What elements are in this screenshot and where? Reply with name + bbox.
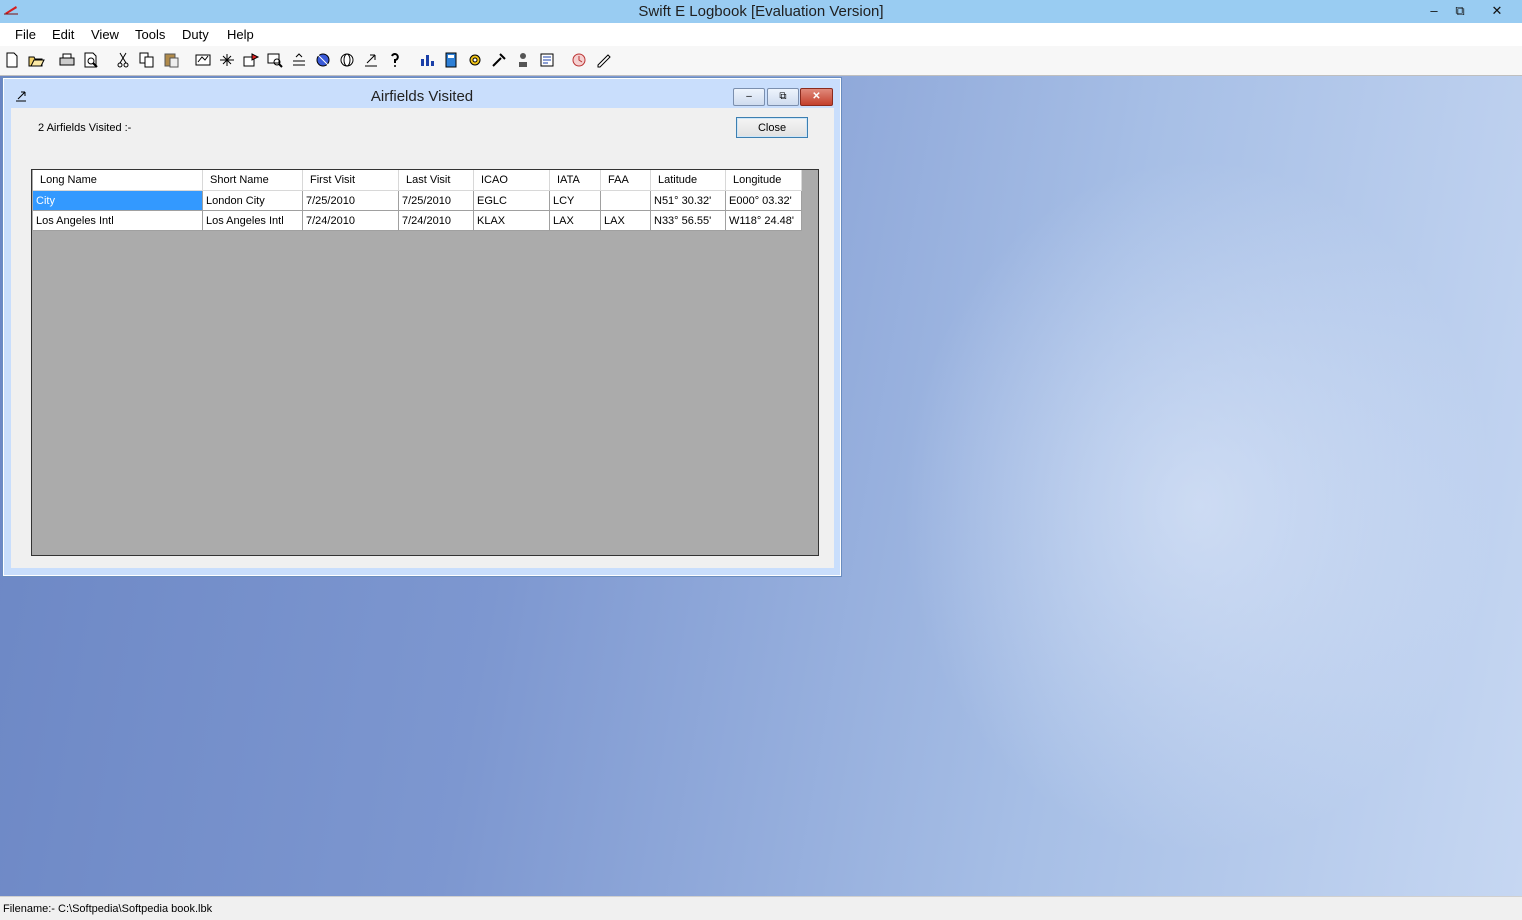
cell-long-name[interactable]: City <box>33 190 203 211</box>
airfields-table: Long Name Short Name First Visit Last Vi… <box>33 170 802 231</box>
cell-first-visit[interactable]: 7/24/2010 <box>302 210 399 231</box>
help-icon[interactable] <box>386 51 404 69</box>
airfields-icon[interactable] <box>242 51 260 69</box>
status-bar: Filename:- C:\Softpedia\Softpedia book.l… <box>0 896 1522 920</box>
column-header-icao[interactable]: ICAO <box>473 170 550 191</box>
column-header-faa[interactable]: FAA <box>600 170 651 191</box>
chart-icon[interactable] <box>418 51 436 69</box>
column-header-short-name[interactable]: Short Name <box>202 170 303 191</box>
cell-short-name[interactable]: London City <box>202 190 303 211</box>
close-window-button[interactable]: ✕ <box>1480 0 1514 22</box>
menu-duty[interactable]: Duty <box>182 27 209 42</box>
menu-edit[interactable]: Edit <box>52 27 74 42</box>
filename-label: Filename:- C:\Softpedia\Softpedia book.l… <box>3 903 213 915</box>
notes-icon[interactable] <box>595 51 613 69</box>
aircraft-icon[interactable] <box>218 51 236 69</box>
cell-last-visit[interactable]: 7/24/2010 <box>398 210 474 231</box>
cell-faa[interactable]: LAX <box>600 210 651 231</box>
search-icon[interactable] <box>266 51 284 69</box>
map-icon[interactable] <box>314 51 332 69</box>
table-row[interactable]: Los Angeles Intl Los Angeles Intl 7/24/2… <box>33 210 802 231</box>
cell-short-name[interactable]: Los Angeles Intl <box>202 210 303 231</box>
globe-icon[interactable] <box>338 51 356 69</box>
calculator-icon[interactable] <box>442 51 460 69</box>
dialog-restore-button[interactable]: ⧉ <box>767 88 799 106</box>
column-header-long-name[interactable]: Long Name <box>33 170 203 191</box>
dialog-title: Airfields Visited <box>370 88 474 105</box>
table-header-row: Long Name Short Name First Visit Last Vi… <box>33 170 802 191</box>
menu-bar: File Edit View Tools Duty Help <box>0 23 1522 46</box>
totals-icon[interactable] <box>290 51 308 69</box>
cell-latitude[interactable]: N33° 56.55' <box>650 210 726 231</box>
duty-icon[interactable] <box>570 51 588 69</box>
cell-icao[interactable]: EGLC <box>473 190 550 211</box>
cell-icao[interactable]: KLAX <box>473 210 550 231</box>
background-cloud <box>900 156 1500 856</box>
cell-iata[interactable]: LAX <box>549 210 601 231</box>
airfields-count-label: 2 Airfields Visited :- <box>38 122 132 134</box>
cell-iata[interactable]: LCY <box>549 190 601 211</box>
print-icon[interactable] <box>58 51 76 69</box>
cell-first-visit[interactable]: 7/25/2010 <box>302 190 399 211</box>
restore-button[interactable]: ⧉ <box>1443 0 1477 22</box>
close-button[interactable]: Close <box>736 117 808 138</box>
copy-icon[interactable] <box>138 51 156 69</box>
person-icon[interactable] <box>514 51 532 69</box>
app-title: Swift E Logbook [Evaluation Version] <box>638 3 884 20</box>
column-header-iata[interactable]: IATA <box>549 170 601 191</box>
menu-view[interactable]: View <box>91 27 119 42</box>
column-header-last-visit[interactable]: Last Visit <box>398 170 474 191</box>
cell-long-name[interactable]: Los Angeles Intl <box>33 210 203 231</box>
dialog-close-button[interactable]: ✕ <box>800 88 833 106</box>
open-icon[interactable] <box>27 51 45 69</box>
print-preview-icon[interactable] <box>82 51 100 69</box>
import-icon[interactable] <box>362 51 380 69</box>
airfields-visited-window: Airfields Visited – ⧉ ✕ 2 Airfields Visi… <box>2 77 842 577</box>
table-row[interactable]: City London City 7/25/2010 7/25/2010 EGL… <box>33 190 802 211</box>
flights-icon[interactable] <box>194 51 212 69</box>
dialog-content: 2 Airfields Visited :- Close Long Name S… <box>11 108 834 568</box>
settings-icon[interactable] <box>466 51 484 69</box>
cut-icon[interactable] <box>114 51 132 69</box>
cell-longitude[interactable]: W118° 24.48' <box>725 210 802 231</box>
column-header-longitude[interactable]: Longitude <box>725 170 802 191</box>
menu-tools[interactable]: Tools <box>135 27 165 42</box>
toolbar <box>0 46 1522 76</box>
column-header-first-visit[interactable]: First Visit <box>302 170 399 191</box>
menu-help[interactable]: Help <box>227 27 254 42</box>
column-header-latitude[interactable]: Latitude <box>650 170 726 191</box>
paste-icon[interactable] <box>162 51 180 69</box>
app-title-bar: Swift E Logbook [Evaluation Version] – ⧉… <box>0 0 1522 23</box>
cell-faa[interactable] <box>600 190 651 211</box>
cell-latitude[interactable]: N51° 30.32' <box>650 190 726 211</box>
report-icon[interactable] <box>538 51 556 69</box>
menu-file[interactable]: File <box>15 27 36 42</box>
airfields-grid[interactable]: Long Name Short Name First Visit Last Vi… <box>31 169 819 556</box>
tools-icon[interactable] <box>490 51 508 69</box>
dialog-minimize-button[interactable]: – <box>733 88 765 106</box>
cell-last-visit[interactable]: 7/25/2010 <box>398 190 474 211</box>
new-icon[interactable] <box>3 51 21 69</box>
cell-longitude[interactable]: E000° 03.32' <box>725 190 802 211</box>
